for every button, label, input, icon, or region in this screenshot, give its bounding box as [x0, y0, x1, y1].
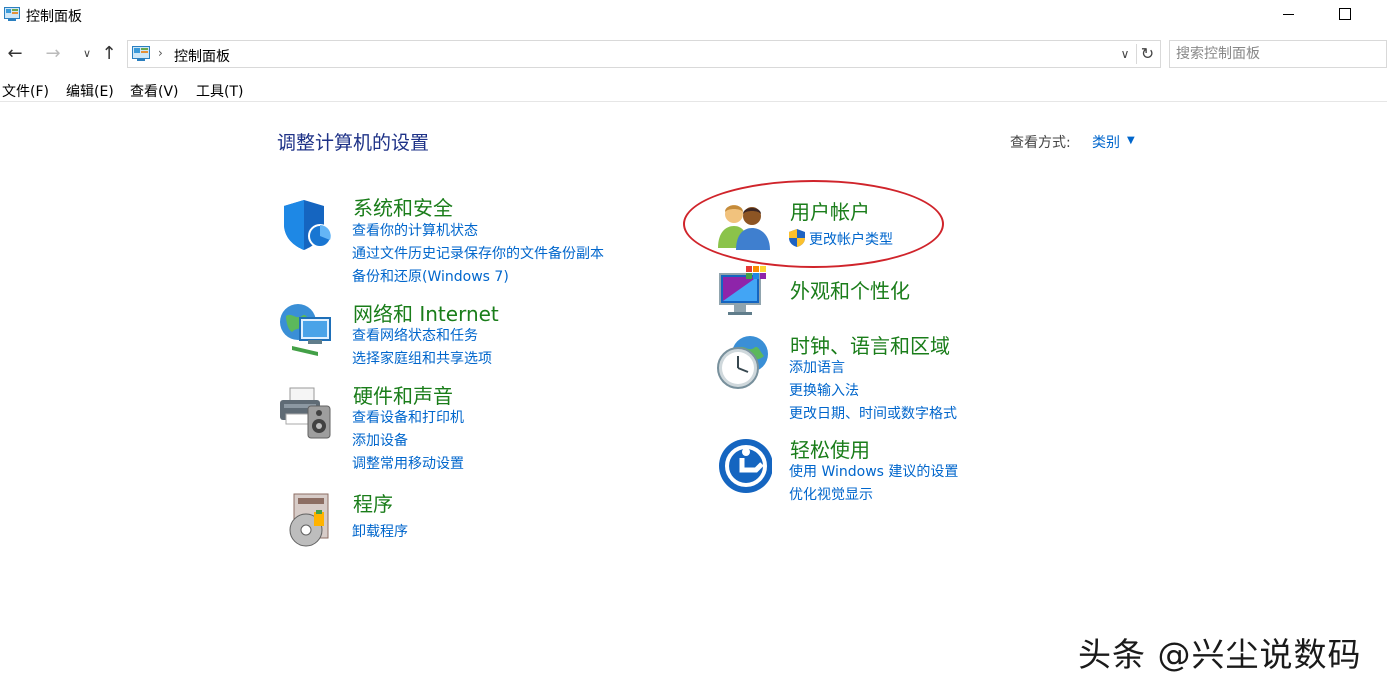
ease-of-access-icon [719, 439, 772, 493]
breadcrumb-separator-icon: › [158, 46, 163, 60]
category-programs: 程序 卸载程序 [278, 492, 638, 548]
window-title: 控制面板 [26, 9, 82, 25]
category-link[interactable]: 更换输入法 [789, 380, 859, 400]
watermark: 头条 @兴尘说数码 [1078, 635, 1362, 674]
title-bar: 控制面板 [0, 0, 1387, 30]
highlight-annotation [683, 180, 944, 268]
shield-icon [284, 200, 332, 250]
view-by-caret-icon[interactable]: ▼ [1127, 132, 1135, 150]
category-system-security: 系统和安全 查看你的计算机状态 通过文件历史记录保存你的文件备份副本 备份和还原… [278, 196, 638, 288]
category-appearance: 外观和个性化 [716, 264, 966, 320]
category-link[interactable]: 更改日期、时间或数字格式 [789, 403, 957, 423]
category-link[interactable]: 备份和还原(Windows 7) [352, 266, 509, 286]
category-link[interactable]: 调整常用移动设置 [352, 453, 464, 473]
category-title[interactable]: 网络和 Internet [353, 298, 499, 327]
category-title[interactable]: 轻松使用 [790, 434, 870, 463]
category-link[interactable]: 查看网络状态和任务 [352, 325, 478, 345]
category-title[interactable]: 时钟、语言和区域 [790, 330, 950, 359]
programs-disc-icon [289, 493, 329, 547]
up-arrow-icon[interactable]: ↑ [98, 42, 120, 66]
category-title[interactable]: 程序 [353, 488, 393, 517]
category-link[interactable]: 通过文件历史记录保存你的文件备份副本 [352, 243, 604, 263]
recent-locations-chevron-icon[interactable]: ∨ [76, 42, 98, 66]
menu-bar: 文件(F) 编辑(E) 查看(V) 工具(T) [0, 80, 1387, 102]
category-link[interactable]: 使用 Windows 建议的设置 [789, 461, 958, 481]
category-link[interactable]: 添加语言 [789, 357, 845, 377]
navigation-bar: ← → ∨ ↑ › 控制面板 ∨ ↻ [0, 38, 1387, 70]
category-link[interactable]: 卸载程序 [352, 521, 408, 541]
control-panel-icon [132, 46, 150, 61]
network-globe-icon [280, 304, 331, 356]
control-panel-icon [4, 7, 20, 21]
category-network-internet: 网络和 Internet 查看网络状态和任务 选择家庭组和共享选项 [278, 300, 638, 370]
category-ease-of-access: 轻松使用 使用 Windows 建议的设置 优化视觉显示 [716, 438, 1006, 503]
search-input[interactable] [1176, 44, 1382, 64]
page-title: 调整计算机的设置 [277, 132, 430, 154]
printer-speaker-icon [280, 387, 331, 439]
category-link[interactable]: 优化视觉显示 [789, 484, 873, 504]
refresh-icon[interactable]: ↻ [1136, 44, 1158, 64]
minimize-button[interactable] [1265, 0, 1311, 30]
view-by-label: 查看方式: [1010, 135, 1071, 151]
clock-globe-icon [717, 336, 768, 389]
category-link[interactable]: 查看设备和打印机 [352, 407, 464, 427]
menu-view[interactable]: 查看(V) [130, 81, 179, 101]
back-arrow-icon[interactable]: ← [4, 42, 26, 66]
address-bar[interactable]: › 控制面板 ∨ ↻ [127, 40, 1161, 68]
breadcrumb[interactable]: 控制面板 [174, 46, 230, 66]
address-dropdown-icon[interactable]: ∨ [1116, 45, 1134, 63]
monitor-palette-icon [719, 266, 766, 315]
forward-arrow-icon[interactable]: → [42, 42, 64, 66]
category-title[interactable]: 硬件和声音 [353, 380, 453, 409]
menu-file[interactable]: 文件(F) [2, 81, 49, 101]
category-link[interactable]: 选择家庭组和共享选项 [352, 348, 492, 368]
category-clock-language-region: 时钟、语言和区域 添加语言 更换输入法 更改日期、时间或数字格式 [716, 334, 1006, 426]
menu-tools[interactable]: 工具(T) [196, 81, 243, 101]
category-link[interactable]: 添加设备 [352, 430, 408, 450]
search-box[interactable] [1169, 40, 1387, 68]
menu-edit[interactable]: 编辑(E) [66, 81, 114, 101]
category-link[interactable]: 查看你的计算机状态 [352, 220, 478, 240]
view-by-dropdown[interactable]: 类别 [1092, 132, 1120, 152]
category-title[interactable]: 外观和个性化 [790, 275, 910, 304]
category-title[interactable]: 系统和安全 [353, 192, 453, 221]
category-hardware-sound: 硬件和声音 查看设备和打印机 添加设备 调整常用移动设置 [278, 384, 638, 476]
maximize-button[interactable] [1321, 0, 1367, 30]
